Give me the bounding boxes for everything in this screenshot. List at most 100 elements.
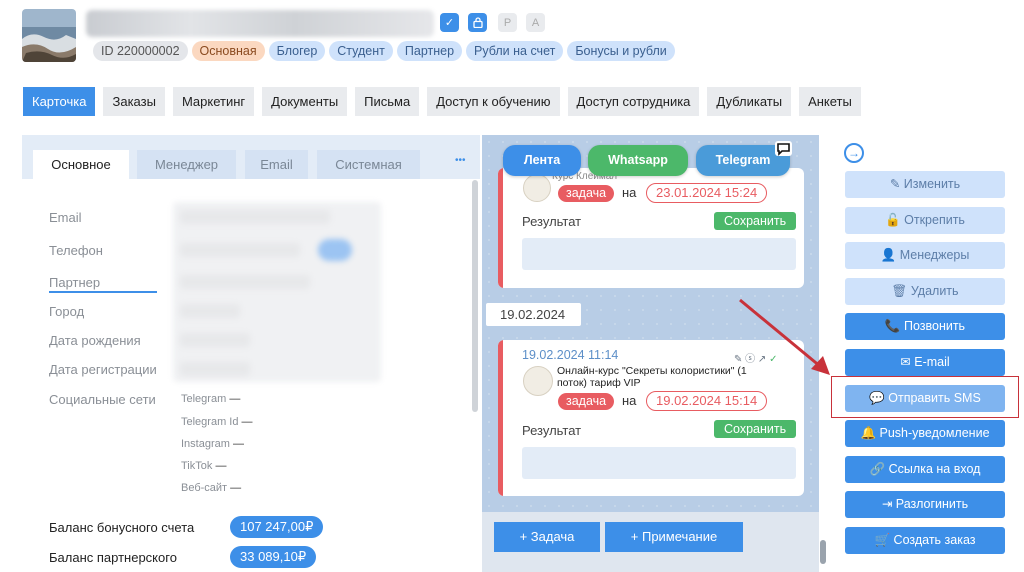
social-telegram-id: Telegram Id — xyxy=(181,416,253,428)
create-order-button[interactable]: 🛒 Создать заказ xyxy=(845,527,1005,554)
unpin-button[interactable]: 🔓 Открепить xyxy=(845,207,1005,234)
due-on-label: на xyxy=(622,393,637,408)
tag-bonuses[interactable]: Бонусы и рубли xyxy=(567,41,675,61)
tab-learning-access[interactable]: Доступ к обучению xyxy=(427,87,560,116)
unlock-icon: 🔓 xyxy=(885,213,901,227)
phone-value-redacted[interactable] xyxy=(180,243,300,257)
task-tag: задача xyxy=(558,393,615,410)
logout-button[interactable]: ⇥ Разлогинить xyxy=(845,491,1005,518)
sign-out-icon: ⇥ xyxy=(881,497,893,511)
link-icon: 🔗 xyxy=(869,462,886,476)
left-scrollbar[interactable] xyxy=(472,180,478,412)
feed-button[interactable]: Лента xyxy=(503,145,581,176)
city-value-redacted[interactable] xyxy=(180,304,240,318)
trash-icon: 🗑 xyxy=(891,284,908,298)
partner-balance-value[interactable]: 33 089,10₽ xyxy=(230,546,317,568)
lock-icon[interactable] xyxy=(468,13,487,32)
task-color-bar xyxy=(498,340,503,496)
phone-icon: 📞 xyxy=(884,319,901,333)
email-button[interactable]: ✉ E-mail xyxy=(845,349,1005,376)
tab-orders[interactable]: Заказы xyxy=(103,87,165,116)
save-button[interactable]: Сохранить xyxy=(714,212,797,230)
tab-documents[interactable]: Документы xyxy=(262,87,348,116)
chat-icon[interactable] xyxy=(775,141,792,156)
cart-icon: 🛒 xyxy=(874,533,891,547)
tag-partner[interactable]: Партнер xyxy=(396,41,463,61)
result-input[interactable] xyxy=(522,238,796,270)
social-website: Веб-сайт — xyxy=(181,482,242,494)
lock-glyph xyxy=(472,17,483,28)
edit-icon: ✎ xyxy=(889,177,901,191)
a-badge[interactable]: A xyxy=(526,13,545,32)
birthdate-value-redacted[interactable] xyxy=(180,333,250,347)
arrow-right-icon[interactable]: → xyxy=(844,143,864,163)
client-name-redacted xyxy=(86,10,434,37)
task-color-bar xyxy=(498,168,503,288)
field-email-label: Email xyxy=(49,210,82,225)
whatsapp-button[interactable]: Whatsapp xyxy=(588,145,688,176)
avatar xyxy=(22,9,76,62)
partner-underline xyxy=(49,291,157,293)
subtab-manager[interactable]: Менеджер xyxy=(137,150,236,179)
tab-surveys[interactable]: Анкеты xyxy=(799,87,861,116)
due-date[interactable]: 19.02.2024 15:14 xyxy=(646,391,768,411)
login-link-button[interactable]: 🔗 Ссылка на вход xyxy=(845,456,1005,483)
tab-letters[interactable]: Письма xyxy=(355,87,420,116)
result-label: Результат xyxy=(522,214,582,229)
annotation-highlight-box xyxy=(831,376,1019,418)
social-telegram: Telegram — xyxy=(181,393,241,405)
chat-glyph xyxy=(777,143,790,156)
social-tiktok: TikTok — xyxy=(181,460,227,472)
tag-main[interactable]: Основная xyxy=(191,41,265,61)
result-input[interactable] xyxy=(522,447,796,479)
tab-marketing[interactable]: Маркетинг xyxy=(172,87,255,116)
due-date[interactable]: 23.01.2024 15:24 xyxy=(646,183,768,203)
feed-scrollbar[interactable] xyxy=(820,540,826,564)
feed-card-task-1: Курс Клеймал задача на 23.01.2024 15:24 … xyxy=(498,168,804,288)
subtab-email[interactable]: Email xyxy=(245,150,308,179)
phone-action-redacted[interactable] xyxy=(318,239,352,261)
regdate-value-redacted[interactable] xyxy=(180,362,250,376)
tab-card[interactable]: Карточка xyxy=(23,87,96,116)
tag-blogger[interactable]: Блогер xyxy=(268,41,326,61)
avatar-image xyxy=(22,9,76,62)
due-on-label: на xyxy=(622,185,637,200)
user-icon: 👤 xyxy=(880,248,897,262)
email-value-redacted[interactable] xyxy=(180,210,330,224)
more-icon[interactable]: ••• xyxy=(455,155,466,166)
verified-icon[interactable]: ✓ xyxy=(440,13,459,32)
edit-button[interactable]: ✎ Изменить xyxy=(845,171,1005,198)
result-label: Результат xyxy=(522,423,582,438)
task-tag: задача xyxy=(558,185,615,202)
delete-button[interactable]: 🗑 Удалить xyxy=(845,278,1005,305)
main-tabs: Карточка Заказы Маркетинг Документы Пись… xyxy=(23,87,861,116)
field-partner-label: Партнер xyxy=(49,275,101,290)
managers-button[interactable]: 👤 Менеджеры xyxy=(845,242,1005,269)
tag-student[interactable]: Студент xyxy=(329,41,393,61)
add-note-button[interactable]: + Примечание xyxy=(605,522,743,552)
field-regdate-label: Дата регистрации xyxy=(49,362,157,377)
tab-duplicates[interactable]: Дубликаты xyxy=(707,87,792,116)
partner-value-redacted[interactable] xyxy=(180,275,310,289)
avatar-illustration xyxy=(523,174,551,202)
field-birthdate-label: Дата рождения xyxy=(49,333,141,348)
bell-icon: 🔔 xyxy=(860,426,877,440)
field-social-label: Социальные сети xyxy=(49,392,156,407)
bonus-balance-label: Баланс бонусного счета xyxy=(49,520,195,535)
save-button[interactable]: Сохранить xyxy=(714,420,797,438)
call-button[interactable]: 📞 Позвонить xyxy=(845,313,1005,340)
p-badge[interactable]: P xyxy=(498,13,517,32)
bonus-balance-value[interactable]: 107 247,00₽ xyxy=(230,516,324,538)
tab-staff-access[interactable]: Доступ сотрудника xyxy=(567,87,700,116)
add-task-button[interactable]: + Задача xyxy=(494,522,600,552)
subtab-main[interactable]: Основное xyxy=(33,150,129,179)
avatar-illustration xyxy=(523,366,553,396)
partner-balance-label: Баланс партнерского xyxy=(49,550,177,565)
envelope-icon: ✉ xyxy=(900,355,911,369)
tag-rubles[interactable]: Рубли на счет xyxy=(466,41,564,61)
field-phone-label: Телефон xyxy=(49,243,103,258)
annotation-arrow xyxy=(739,298,830,375)
push-notification-button[interactable]: 🔔 Push-уведомление xyxy=(845,420,1005,447)
social-instagram: Instagram — xyxy=(181,438,244,450)
subtab-system[interactable]: Системная xyxy=(317,150,420,179)
